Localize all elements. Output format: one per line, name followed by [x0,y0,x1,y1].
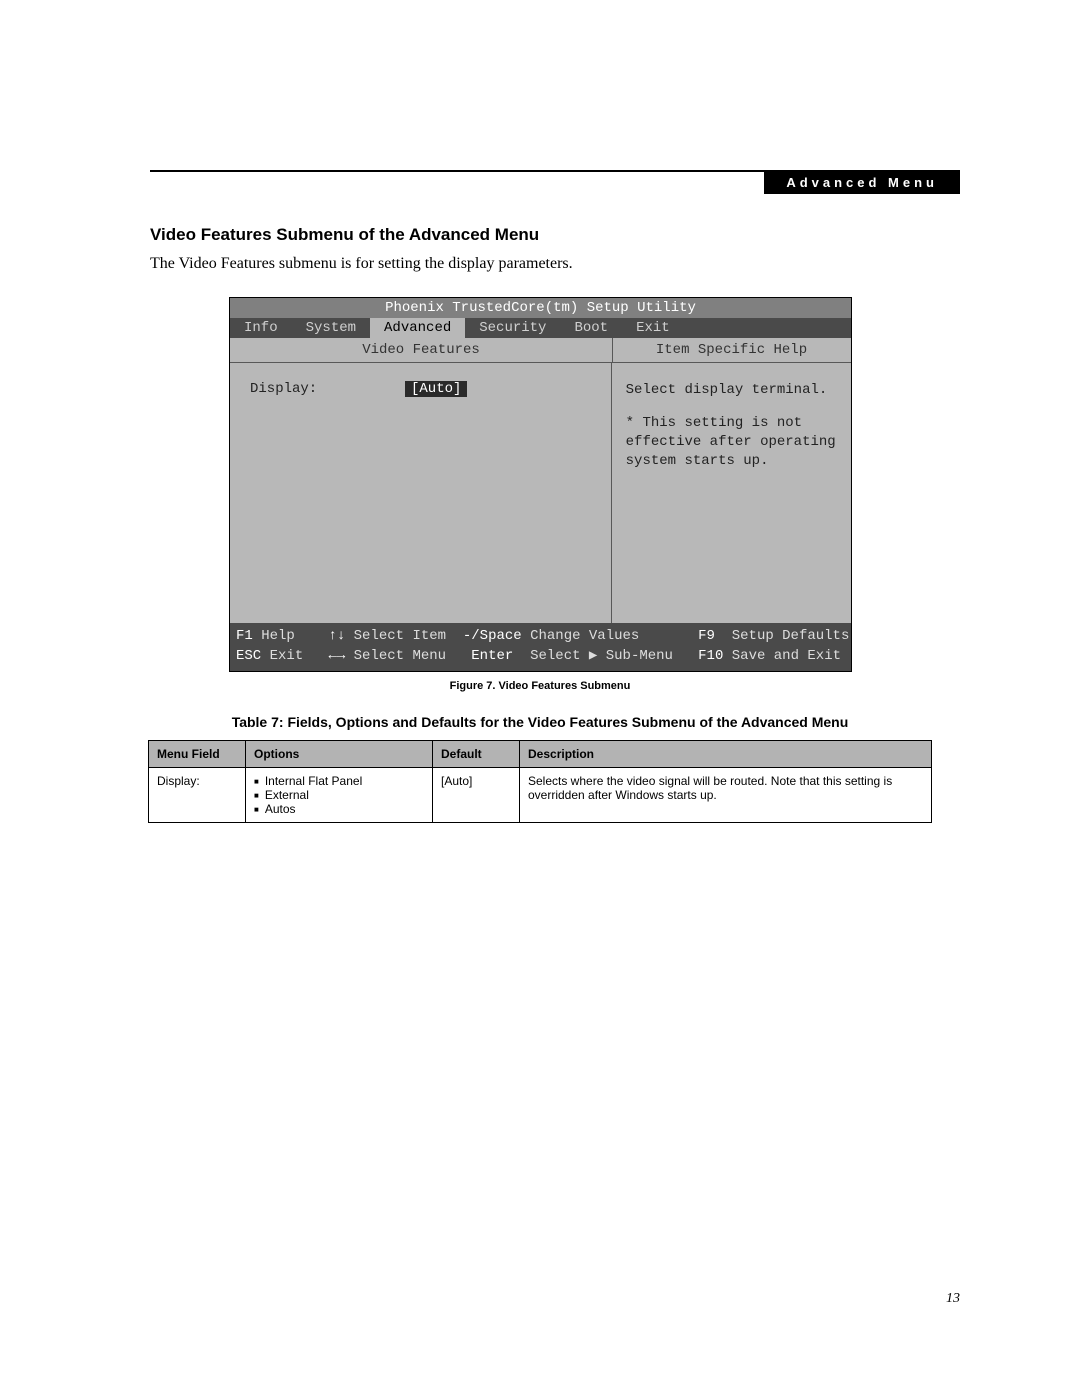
bios-field-value: [Auto] [405,381,467,397]
table-header-row: Menu Field Options Default Description [149,741,932,768]
bios-tab-info: Info [230,318,292,338]
key-leftright: ←→ [328,646,345,666]
cell-options: Internal Flat Panel External Autos [246,768,433,823]
key-f1: F1 [236,626,253,646]
col-default: Default [433,741,520,768]
key-enter: Enter [471,646,513,666]
cell-default: [Auto] [433,768,520,823]
col-description: Description [520,741,932,768]
cell-field: Display: [149,768,246,823]
key-space: -/Space [463,626,522,646]
bios-help-line: Select display terminal. [626,381,837,400]
options-table: Menu Field Options Default Description D… [148,740,932,823]
col-options: Options [246,741,433,768]
bios-tab-boot: Boot [560,318,622,338]
option-item: External [254,788,424,802]
col-menu-field: Menu Field [149,741,246,768]
bios-screenshot: Phoenix TrustedCore(tm) Setup Utility In… [229,297,852,672]
bios-field-label: Display: [250,381,405,397]
breadcrumb: Advanced Menu [764,172,960,194]
bios-tab-exit: Exit [622,318,684,338]
option-item: Internal Flat Panel [254,774,424,788]
bios-help-pane: Select display terminal. * This setting … [611,363,851,623]
bios-left-title: Video Features [230,338,612,362]
option-item: Autos [254,802,424,816]
bios-help-note: * This setting is not effective after op… [626,414,837,471]
page-number: 13 [946,1291,960,1307]
bios-title: Phoenix TrustedCore(tm) Setup Utility [230,298,851,318]
table-caption: Table 7: Fields, Options and Defaults fo… [0,714,1080,730]
intro-text: The Video Features submenu is for settin… [150,255,573,273]
bios-right-title: Item Specific Help [612,338,850,362]
bios-tab-advanced: Advanced [370,318,465,338]
key-f10: F10 [698,646,723,666]
bios-tab-system: System [292,318,370,338]
cell-description: Selects where the video signal will be r… [520,768,932,823]
key-updown: ↑↓ [328,626,345,646]
key-esc: ESC [236,646,261,666]
figure-caption: Figure 7. Video Features Submenu [0,680,1080,692]
bios-footer: F1 Help ↑↓ Select Item -/Space Change Va… [230,623,851,671]
section-heading: Video Features Submenu of the Advanced M… [150,225,539,245]
table-row: Display: Internal Flat Panel External Au… [149,768,932,823]
bios-tab-bar: Info System Advanced Security Boot Exit [230,318,851,338]
bios-tab-security: Security [465,318,560,338]
page: Advanced Menu Video Features Submenu of … [0,0,1080,1397]
key-f9: F9 [698,626,715,646]
bios-settings-pane: Display: [Auto] [230,363,611,623]
